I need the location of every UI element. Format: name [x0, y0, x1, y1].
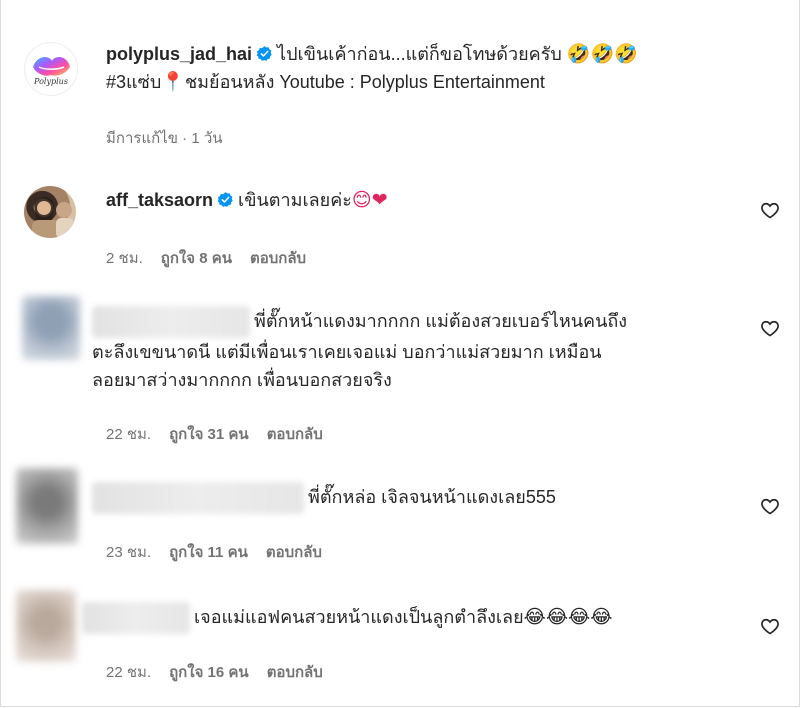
comment-text: พี่ตั๊กหล่อ เจิลจนหน้าแดงเลย555	[308, 486, 556, 507]
comment-time: 2 ชม.	[106, 250, 143, 267]
reply-button[interactable]: ตอบกลับ	[250, 250, 306, 267]
polyplus-avatar[interactable]: Polyplus	[24, 42, 78, 96]
blurred-avatar[interactable]	[16, 468, 78, 544]
blurred-username[interactable]	[82, 602, 190, 634]
comment-text: เจอแม่แอฟคนสวยหน้าแดงเป็นลูกตำลึงเลย	[194, 606, 524, 627]
comment-time: 23 ชม.	[106, 544, 152, 561]
blurred-avatar[interactable]	[16, 590, 76, 662]
comment-likes[interactable]: ถูกใจ 8 คน	[161, 250, 232, 267]
comment-likes[interactable]: ถูกใจ 11 คน	[169, 544, 248, 561]
comment-likes[interactable]: ถูกใจ 31 คน	[169, 426, 249, 443]
like-heart-icon[interactable]	[760, 616, 780, 636]
reply-button[interactable]: ตอบกลับ	[267, 426, 323, 443]
reply-button[interactable]: ตอบกลับ	[267, 664, 323, 681]
pin-emoji-icon: 📍	[161, 71, 185, 93]
comment-time: 22 ชม.	[106, 426, 152, 443]
reply-button[interactable]: ตอบกลับ	[266, 544, 322, 561]
aff-taksaorn-avatar[interactable]	[24, 186, 76, 238]
comment-text-line3: ลอยมาสว่างมากกกก เพื่อนบอกสวยจริง	[92, 370, 392, 390]
like-heart-icon[interactable]	[760, 496, 780, 516]
comment-likes[interactable]: ถูกใจ 16 คน	[169, 664, 249, 681]
comment-time: 22 ชม.	[106, 664, 152, 681]
caption-line1: ไปเขินเค้าก่อน...แต่ก็ขอโทษด้วยครับ	[277, 44, 562, 64]
blurred-username[interactable]	[92, 482, 304, 514]
laughing-emoji-icon: 🤣🤣🤣	[566, 43, 638, 65]
caption-username[interactable]: polyplus_jad_hai	[106, 44, 252, 64]
caption-line2: ชมย้อนหลัง Youtube : Polyplus Entertainm…	[184, 72, 545, 92]
comment-text-line2: ตะลึงเขขนาดนี แต่มีเพื่อนเราเคยเจอแม่ บอ…	[92, 342, 602, 362]
polyplus-logo-text: Polyplus	[34, 77, 68, 86]
profile-photo-icon	[32, 196, 74, 238]
blurred-avatar[interactable]	[22, 296, 80, 360]
hashtag-link[interactable]: #3แซ่บ	[106, 72, 161, 92]
polyplus-logo-icon	[33, 57, 70, 76]
verified-badge-icon	[256, 46, 272, 61]
verified-badge-icon	[217, 192, 233, 207]
like-heart-icon[interactable]	[760, 318, 780, 338]
comment-text-line1: พี่ตั๊กหน้าแดงมากกกก แม่ต้องสวยเบอร์ไหนค…	[254, 310, 628, 331]
comment-text: เขินตามเลยค่ะ	[238, 190, 352, 210]
smile-heart-emoji-icon: 😊❤	[351, 189, 388, 211]
tears-of-joy-emoji-icon: 😂😂😂😂	[523, 605, 613, 628]
blurred-username[interactable]	[92, 306, 250, 338]
comment-username[interactable]: aff_taksaorn	[106, 190, 213, 210]
caption-edited-time: มีการแก้ไข · 1 วัน	[106, 130, 223, 147]
like-heart-icon[interactable]	[760, 200, 780, 220]
